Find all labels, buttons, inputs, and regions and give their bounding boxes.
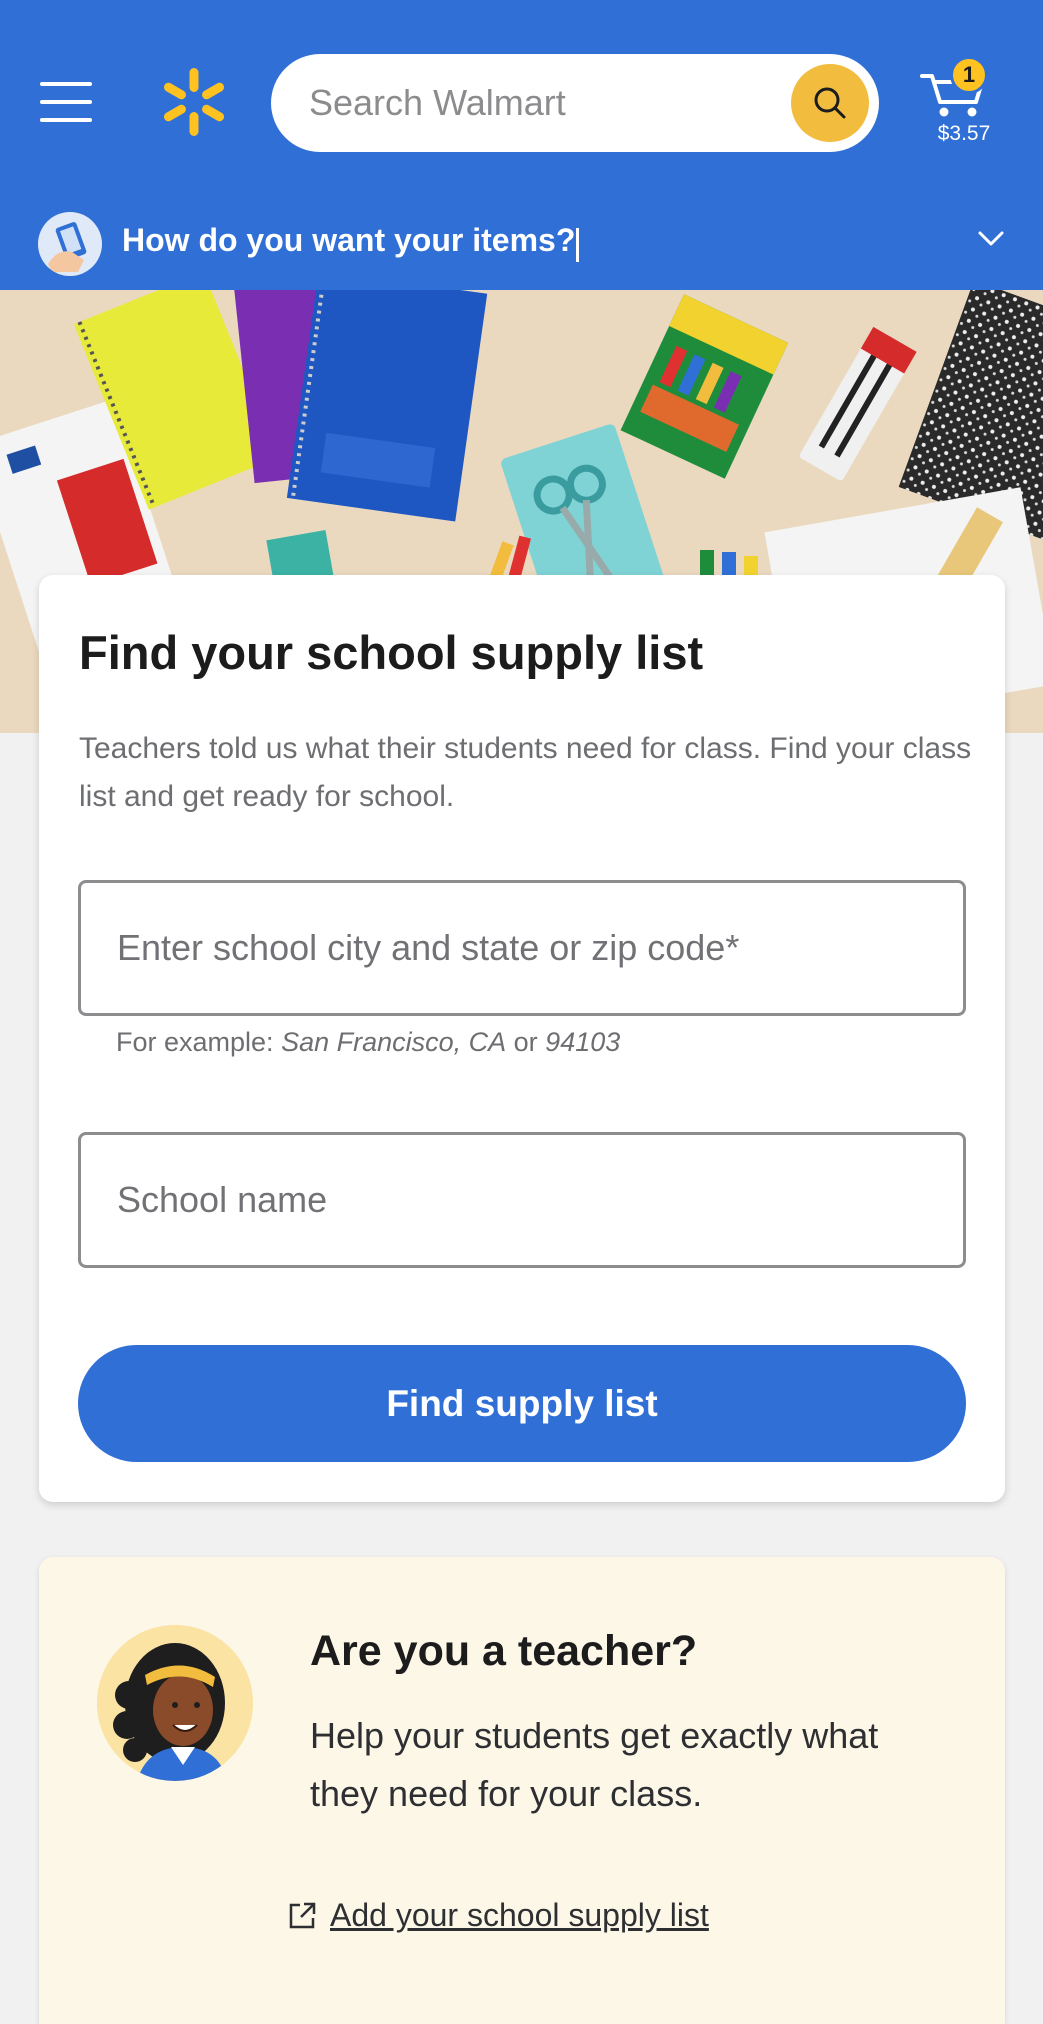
cart-count-badge: 1 — [950, 56, 988, 94]
city-zip-input[interactable] — [81, 883, 963, 1013]
teacher-description: Help your students get exactly what they… — [310, 1715, 879, 1814]
field-hint: For example: San Francisco, CA or 94103 — [116, 1027, 621, 1057]
chevron-down-icon — [978, 231, 1004, 246]
divider — [576, 228, 579, 262]
cart-button[interactable]: 1 $3.57 — [916, 56, 1012, 152]
add-supply-list-label: Add your school supply list — [330, 1897, 709, 1933]
delivery-icon — [38, 212, 102, 276]
supply-list-card: Find your school supply list Teachers to… — [39, 575, 1005, 1502]
external-link-icon — [289, 1902, 316, 1928]
school-name-input[interactable] — [81, 1135, 963, 1265]
walmart-spark-logo[interactable] — [158, 66, 230, 138]
search-bar — [271, 54, 879, 152]
search-input[interactable] — [309, 54, 749, 152]
teacher-title: Are you a teacher? — [310, 1627, 698, 1675]
delivery-prompt: How do you want your items? — [122, 222, 576, 258]
school-name-field — [78, 1132, 966, 1268]
cart-total: $3.57 — [937, 122, 991, 145]
search-icon — [814, 87, 846, 119]
teacher-avatar — [97, 1625, 253, 1781]
card-description: Teachers told us what their students nee… — [79, 732, 972, 813]
find-supply-list-button[interactable]: Find supply list — [78, 1345, 966, 1462]
header: 1 $3.57 How do you want your items? — [0, 0, 1043, 290]
hint-zip-example: 94103 — [545, 1027, 621, 1057]
hint-city-example: San Francisco, CA — [281, 1027, 507, 1057]
city-zip-field — [78, 880, 966, 1016]
delivery-options-bar[interactable]: How do you want your items? — [0, 200, 1043, 290]
teacher-card: Are you a teacher? Help your students ge… — [39, 1557, 1005, 2024]
card-title: Find your school supply list — [79, 626, 704, 679]
search-button[interactable] — [791, 64, 869, 142]
menu-icon[interactable] — [40, 80, 94, 126]
add-supply-list-link[interactable]: Add your school supply list — [286, 1897, 709, 1934]
